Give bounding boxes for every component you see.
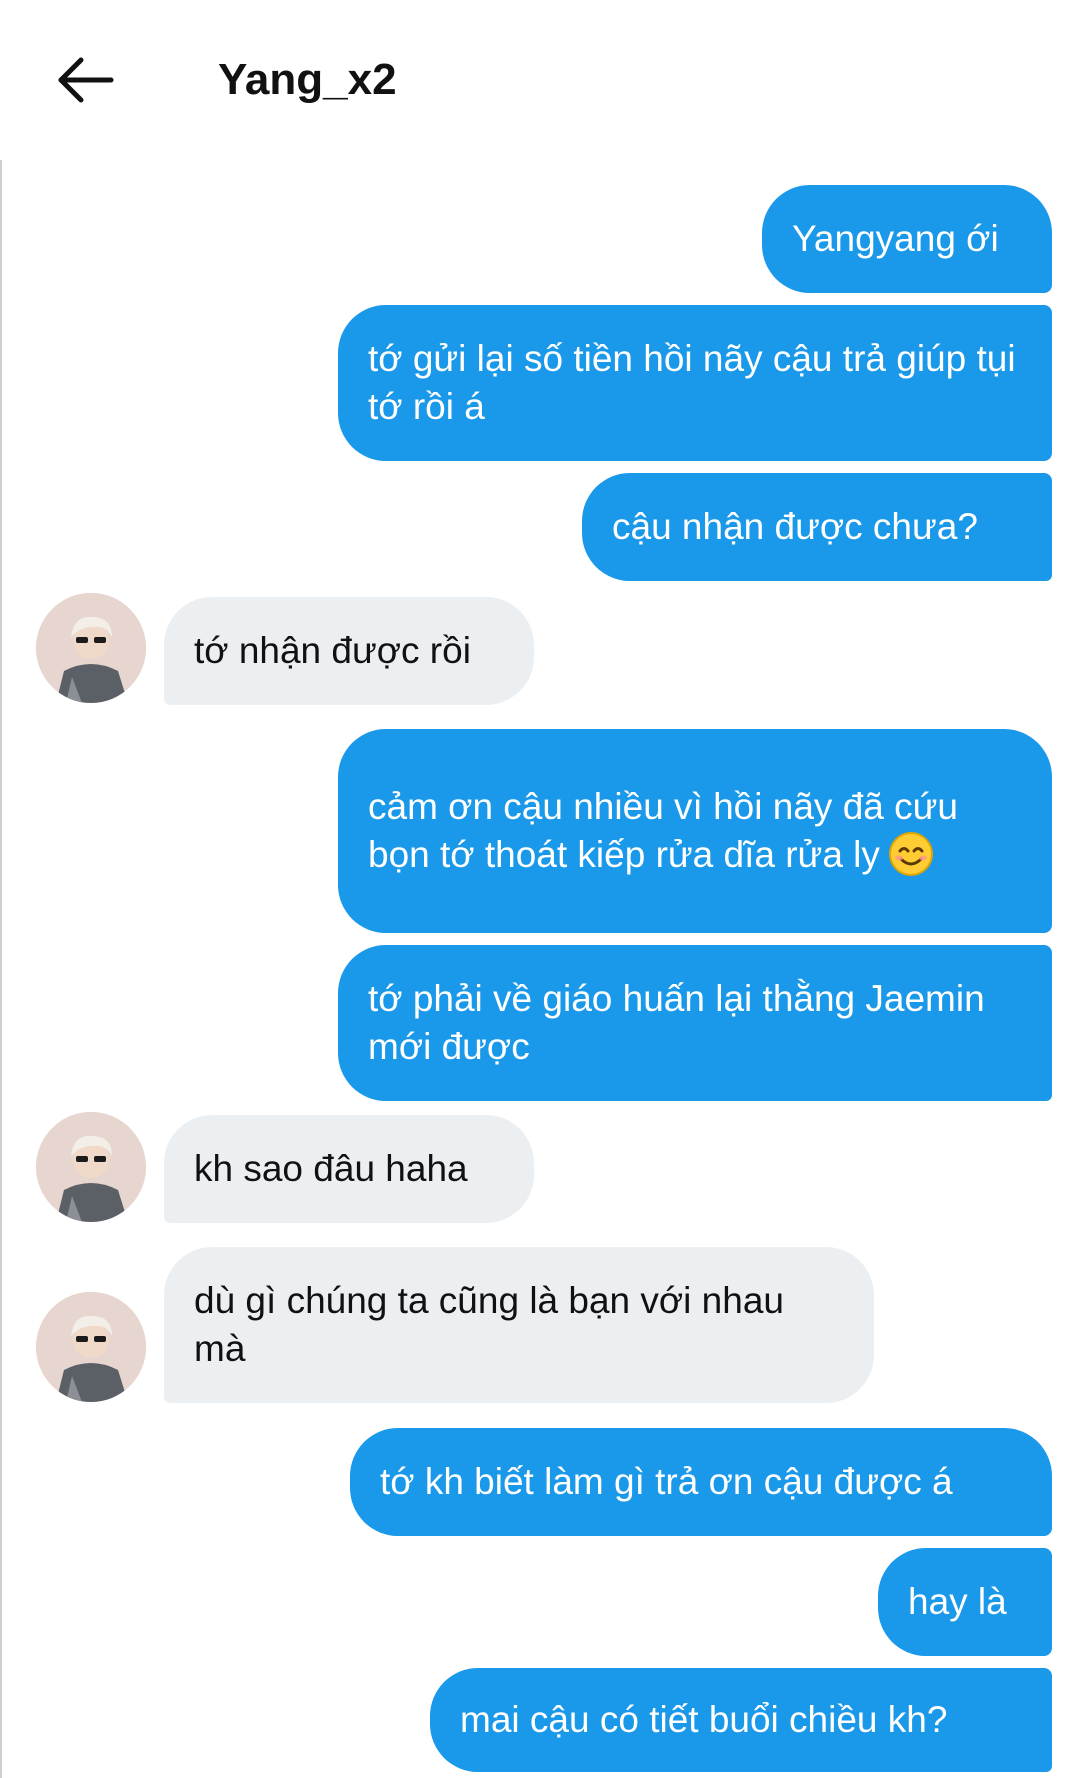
conversation-title[interactable]: Yang_x2 bbox=[218, 50, 397, 110]
outgoing-message[interactable]: tớ phải về giáo huấn lại thằng Jaemin mớ… bbox=[338, 945, 1052, 1101]
message-text: Yangyang ới bbox=[792, 218, 999, 259]
message-text: hay là bbox=[908, 1581, 1007, 1622]
contact-avatar[interactable] bbox=[36, 1112, 146, 1222]
message-text: dù gì chúng ta cũng là bạn với nhau mà bbox=[194, 1280, 784, 1369]
outgoing-message[interactable]: cảm ơn cậu nhiều vì hồi nãy đã cứu bọn t… bbox=[338, 729, 1052, 933]
message-text: tớ nhận được rồi bbox=[194, 630, 471, 671]
smiling-face-emoji-icon bbox=[888, 831, 934, 877]
message-text: cảm ơn cậu nhiều vì hồi nãy đã cứu bọn t… bbox=[368, 783, 1022, 879]
back-button[interactable] bbox=[55, 50, 115, 110]
message-text: tớ gửi lại số tiền hồi nãy cậu trả giúp … bbox=[368, 338, 1016, 427]
incoming-message[interactable]: kh sao đâu haha bbox=[164, 1115, 534, 1223]
incoming-message[interactable]: dù gì chúng ta cũng là bạn với nhau mà bbox=[164, 1247, 874, 1403]
outgoing-message[interactable]: Yangyang ới bbox=[762, 185, 1052, 293]
outgoing-message[interactable]: mai cậu có tiết buổi chiều kh? bbox=[430, 1668, 1052, 1772]
outgoing-message[interactable]: tớ gửi lại số tiền hồi nãy cậu trả giúp … bbox=[338, 305, 1052, 461]
message-text: tớ kh biết làm gì trả ơn cậu được á bbox=[380, 1461, 953, 1502]
arrow-left-icon bbox=[58, 57, 114, 103]
incoming-message[interactable]: tớ nhận được rồi bbox=[164, 597, 534, 705]
message-text: mai cậu có tiết buổi chiều kh? bbox=[460, 1699, 948, 1740]
message-text: kh sao đâu haha bbox=[194, 1148, 468, 1189]
window-edge bbox=[0, 0, 2, 1778]
outgoing-message[interactable]: cậu nhận được chưa? bbox=[582, 473, 1052, 581]
profile-avatar-image bbox=[36, 1292, 146, 1402]
chat-header: Yang_x2 bbox=[0, 0, 1080, 160]
outgoing-message[interactable]: tớ kh biết làm gì trả ơn cậu được á bbox=[350, 1428, 1052, 1536]
profile-avatar-image bbox=[36, 1112, 146, 1222]
profile-avatar-image bbox=[36, 593, 146, 703]
message-text: tớ phải về giáo huấn lại thằng Jaemin mớ… bbox=[368, 978, 985, 1067]
contact-avatar[interactable] bbox=[36, 593, 146, 703]
contact-avatar[interactable] bbox=[36, 1292, 146, 1402]
outgoing-message[interactable]: hay là bbox=[878, 1548, 1052, 1656]
message-text: cậu nhận được chưa? bbox=[612, 506, 978, 547]
